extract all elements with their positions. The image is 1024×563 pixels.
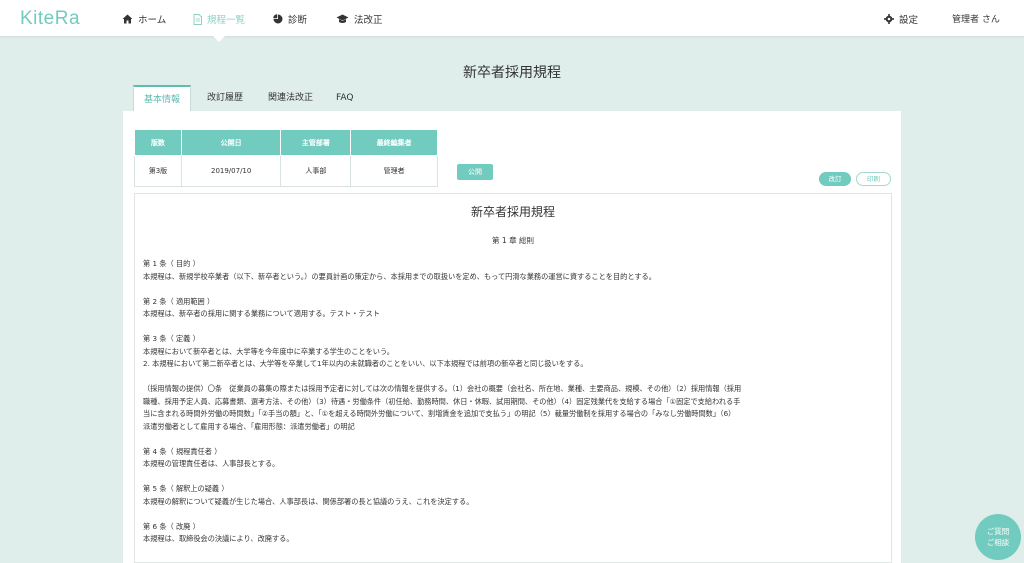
nav-item-law-revision[interactable]: 法改正 xyxy=(336,11,383,27)
article-heading: 第 4 条（ 規程責任者 ） xyxy=(143,446,222,456)
table-row: 第3版 2019/07/10 人事部 管理者 xyxy=(134,155,438,187)
nav-item-home[interactable]: ホーム xyxy=(122,11,166,27)
article-2: 第 2 条（ 適用範囲 ） 本規程は、新卒者の採用に関する業務について適用する。… xyxy=(143,296,887,321)
nav-item-label: 法改正 xyxy=(354,15,383,26)
document-title: 新卒者採用規程 xyxy=(470,205,555,219)
publish-status-badge[interactable]: 公開 xyxy=(457,164,493,180)
article-text: 派遣労働者として雇用する場合、「雇用形態：派遣労働者」の明記 xyxy=(143,421,355,431)
nav-item-diagnosis[interactable]: 診断 xyxy=(273,11,307,27)
chat-label-line2: ご相談 xyxy=(986,538,1010,547)
settings-link[interactable]: 設定 xyxy=(884,11,918,27)
column-header-department: 主管部署 xyxy=(280,129,352,156)
pie-chart-icon xyxy=(273,14,283,24)
article-text: 本規程において新卒者とは、大学等を今年度中に卒業する学生のことをいう。 xyxy=(143,346,394,356)
article-text: 職種、採用予定人員、応募書類、選考方法、その他）（3）待遇・労働条件（初任給、勤… xyxy=(143,396,741,406)
top-navigation-bar: KiteRa ホーム 規程一覧 診断 法改正 設定 管理者 さん xyxy=(0,0,1024,36)
article-text: 本規程は、新卒者の採用に関する業務について適用する。テスト・テスト xyxy=(143,309,380,318)
active-nav-indicator xyxy=(213,36,225,42)
article-text: 2. 本規程において第二新卒者とは、大学等を卒業して1年以内の未就職者のことをい… xyxy=(143,359,588,368)
article-heading: 第 2 条（ 適用範囲 ） xyxy=(143,296,215,306)
cell-last-editor: 管理者 xyxy=(350,155,438,187)
print-button[interactable]: 印刷 xyxy=(856,172,891,186)
document-body: 第 1 条（ 目的 ） 本規程は、新規学校卒業者（以下、新卒者という。）の要員計… xyxy=(143,258,887,558)
column-header-version: 版数 xyxy=(134,129,182,156)
article-1: 第 1 条（ 目的 ） 本規程は、新規学校卒業者（以下、新卒者という。）の要員計… xyxy=(143,258,887,283)
article-heading: 第 1 条（ 目的 ） xyxy=(143,259,200,268)
article-heading: 第 3 条（ 定義 ） xyxy=(143,334,200,343)
tab-basic-info[interactable]: 基本情報 xyxy=(133,85,192,112)
article-text: （採用情報の提供）〇条 従業員の募集の際または採用予定者に対しては次の情報を提供… xyxy=(143,384,742,393)
settings-label: 設定 xyxy=(899,15,919,26)
nav-item-label: 診断 xyxy=(288,15,308,26)
document-icon xyxy=(193,13,202,25)
home-icon xyxy=(122,14,133,24)
nav-item-regulations[interactable]: 規程一覧 xyxy=(193,11,245,27)
tab-faq[interactable]: FAQ xyxy=(326,85,363,111)
article-text: 本規程は、取締役会の決議により、改廃する。 xyxy=(143,534,294,543)
article-heading: 第 6 条（ 改廃 ） xyxy=(143,521,200,531)
app-logo[interactable]: KiteRa xyxy=(20,8,80,30)
tab-related-law-revisions[interactable]: 関連法改正 xyxy=(258,85,323,111)
revise-button[interactable]: 改訂 xyxy=(819,172,851,186)
nav-item-label: 規程一覧 xyxy=(207,15,246,26)
page-title: 新卒者採用規程 xyxy=(463,65,561,81)
column-header-last-editor: 最終編集者 xyxy=(350,129,438,156)
article-5: 第 5 条（ 解釈上の疑義 ） 本規程の解釈について疑義が生じた場合、人事部長は… xyxy=(143,483,887,508)
graduation-cap-icon xyxy=(336,14,349,23)
article-3: 第 3 条（ 定義 ） 本規程において新卒者とは、大学等を今年度中に卒業する学生… xyxy=(143,333,887,371)
support-chat-button[interactable]: ご質問 ご相談 xyxy=(975,514,1021,560)
article-heading: 第 5 条（ 解釈上の疑義 ） xyxy=(143,484,229,493)
chapter-heading: 第 1 章 総則 xyxy=(492,236,534,245)
gear-icon xyxy=(884,14,894,24)
article-6: 第 6 条（ 改廃 ） 本規程は、取締役会の決議により、改廃する。 xyxy=(143,521,887,546)
article-4: 第 4 条（ 規程責任者 ） 本規程の管理責任者は、人事部長とする。 xyxy=(143,446,887,471)
nav-item-label: ホーム xyxy=(138,15,167,26)
column-header-publish-date: 公開日 xyxy=(180,129,282,156)
article-text: 本規程の解釈について疑義が生じた場合、人事部長は、関係部署の長と協議のうえ、これ… xyxy=(143,496,474,506)
regulation-document[interactable]: 新卒者採用規程 第 1 章 総則 第 1 条（ 目的 ） 本規程は、新規学校卒業… xyxy=(134,193,892,563)
tab-revision-history[interactable]: 改訂履歴 xyxy=(197,85,253,111)
user-menu[interactable]: 管理者 さん xyxy=(952,12,1000,25)
cell-publish-date: 2019/07/10 xyxy=(180,155,282,187)
article-recruitment-info: （採用情報の提供）〇条 従業員の募集の際または採用予定者に対しては次の情報を提供… xyxy=(143,383,887,433)
article-text: 本規程は、新規学校卒業者（以下、新卒者という。）の要員計画の策定から、本採用まで… xyxy=(143,271,656,281)
regulation-info-table: 版数 公開日 主管部署 最終編集者 第3版 2019/07/10 人事部 管理者 xyxy=(134,129,438,187)
table-header-row: 版数 公開日 主管部署 最終編集者 xyxy=(134,129,438,156)
cell-department: 人事部 xyxy=(280,155,352,187)
cell-version: 第3版 xyxy=(134,155,182,187)
chat-label-line1: ご質問 xyxy=(986,527,1010,536)
article-text: 当に含まれる時間外労働の時間数」「②手当の額」と、「①を超える時間外労働について… xyxy=(143,409,736,418)
article-text: 本規程の管理責任者は、人事部長とする。 xyxy=(143,459,280,468)
